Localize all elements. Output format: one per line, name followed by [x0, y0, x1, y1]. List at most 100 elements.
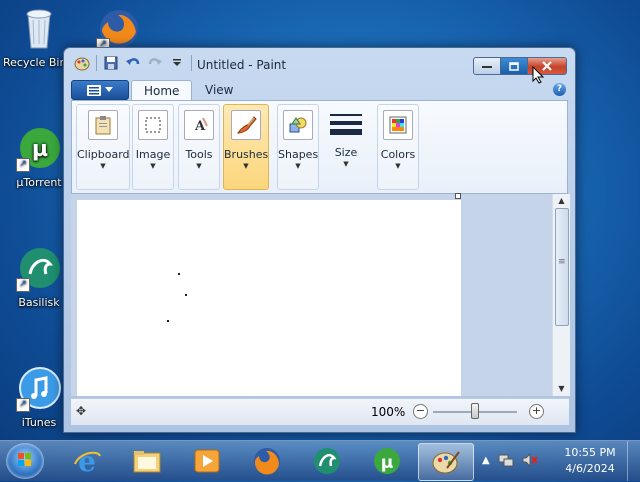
menu-icon — [87, 84, 101, 96]
chevron-down-icon: ▼ — [196, 162, 202, 170]
divider — [191, 55, 192, 71]
svg-text:µ: µ — [381, 453, 394, 473]
shortcut-arrow-icon: ↗ — [16, 158, 30, 172]
taskbar-internet-explorer[interactable]: e — [60, 443, 114, 479]
tools-button[interactable]: A Tools ▼ — [178, 104, 220, 190]
utorrent-icon: µ ↗ — [16, 126, 62, 172]
caption-buttons — [473, 57, 567, 75]
canvas-workspace[interactable] — [71, 194, 552, 396]
firefox-icon: ↗ — [96, 6, 142, 52]
paint-icon — [432, 451, 460, 474]
drawing-canvas[interactable] — [77, 200, 461, 396]
windows-logo-icon — [18, 453, 31, 466]
taskbar-paint[interactable] — [418, 443, 474, 481]
scroll-up-icon[interactable]: ▲ — [553, 194, 570, 208]
mouse-pointer-icon — [532, 65, 545, 87]
tab-view[interactable]: View — [193, 80, 245, 100]
zoom-out-button[interactable]: − — [413, 404, 428, 419]
save-icon[interactable] — [103, 55, 119, 71]
start-button[interactable] — [6, 443, 44, 479]
shortcut-arrow-icon: ↗ — [16, 398, 30, 412]
chevron-down-icon — [105, 87, 113, 92]
group-label: Clipboard — [77, 148, 130, 161]
color-palette-icon — [383, 110, 413, 140]
basilisk-icon: ↗ — [16, 246, 62, 292]
canvas-dot — [185, 294, 187, 296]
ribbon-tabs: Home View ? — [71, 78, 568, 101]
status-bar: ✥ 100% − + — [71, 398, 569, 425]
chevron-down-icon: ▼ — [100, 162, 106, 170]
window-title: Untitled - Paint — [197, 58, 287, 72]
system-tray: ▲ — [482, 453, 538, 467]
paint-app-icon[interactable] — [74, 55, 90, 71]
clipboard-icon — [88, 110, 118, 140]
clock[interactable]: 10:55 PM 4/6/2024 — [560, 445, 620, 477]
taskbar: e µ ▲ 10:55 PM 4/6/2024 — [0, 440, 640, 481]
folder-icon — [133, 451, 161, 473]
colors-button[interactable]: Colors ▼ — [377, 104, 419, 190]
utorrent-icon: µ — [374, 448, 400, 474]
taskbar-firefox[interactable] — [240, 443, 294, 479]
zoom-slider-thumb[interactable] — [471, 403, 479, 419]
canvas-dot — [178, 273, 180, 275]
chevron-down-icon: ▼ — [343, 160, 349, 168]
help-icon[interactable]: ? — [553, 83, 566, 96]
canvas-dot — [167, 320, 169, 322]
minimize-icon — [482, 66, 492, 68]
paint-menu-button[interactable] — [71, 80, 129, 100]
shortcut-arrow-icon: ↗ — [16, 278, 30, 292]
svg-text:µ: µ — [32, 137, 48, 162]
chevron-down-icon: ▼ — [243, 162, 249, 170]
quick-access-toolbar — [74, 55, 192, 71]
title-bar[interactable]: Untitled - Paint — [64, 48, 575, 78]
clipboard-button[interactable]: Clipboard ▼ — [76, 104, 130, 190]
chevron-down-icon: ▼ — [295, 162, 301, 170]
brush-icon — [231, 110, 261, 140]
group-label: Size — [334, 146, 358, 159]
group-label: Tools — [185, 148, 213, 161]
show-hidden-icons-chevron-icon[interactable]: ▲ — [482, 455, 490, 466]
text-tool-icon: A — [184, 110, 214, 140]
select-icon — [138, 110, 168, 140]
taskbar-file-explorer[interactable] — [120, 443, 174, 479]
paint-window: Untitled - Paint Home View ? Clipboard ▼… — [63, 47, 576, 433]
firefox-icon — [254, 448, 280, 475]
redo-icon[interactable] — [147, 55, 163, 71]
group-label: Brushes — [224, 148, 269, 161]
zoom-level: 100% — [371, 405, 406, 419]
vertical-scrollbar[interactable]: ▲ ▼ — [552, 194, 570, 396]
customize-toolbar-chevron-icon[interactable] — [169, 55, 185, 71]
chevron-down-icon: ▼ — [150, 162, 156, 170]
scrollbar-thumb[interactable] — [555, 208, 569, 326]
group-label: Shapes — [278, 148, 319, 161]
recycle-bin-icon — [16, 6, 62, 52]
desktop-icon-label: Recycle Bin — [3, 56, 63, 69]
media-player-icon — [194, 449, 220, 473]
ribbon: Clipboard ▼ Image ▼ A Tools ▼ Brushes ▼ — [71, 100, 568, 194]
canvas-resize-handle[interactable] — [455, 193, 461, 199]
minimize-button[interactable] — [473, 57, 501, 75]
maximize-button[interactable] — [501, 57, 528, 75]
zoom-in-button[interactable]: + — [529, 404, 544, 419]
brushes-button[interactable]: Brushes ▼ — [223, 104, 269, 190]
basilisk-icon — [314, 448, 340, 474]
show-desktop-button[interactable] — [627, 441, 640, 481]
undo-icon[interactable] — [125, 55, 141, 71]
clock-date: 4/6/2024 — [565, 462, 615, 475]
group-label: Colors — [380, 148, 416, 161]
taskbar-media-player[interactable] — [180, 443, 234, 479]
clock-time: 10:55 PM — [564, 446, 616, 459]
shapes-icon — [283, 110, 313, 140]
image-button[interactable]: Image ▼ — [132, 104, 174, 190]
divider — [96, 55, 97, 71]
taskbar-basilisk[interactable] — [300, 443, 354, 479]
tab-home[interactable]: Home — [131, 80, 193, 101]
maximize-icon — [509, 61, 519, 71]
scroll-down-icon[interactable]: ▼ — [553, 382, 570, 396]
network-icon[interactable] — [498, 453, 514, 467]
shapes-button[interactable]: Shapes ▼ — [277, 104, 319, 190]
volume-muted-icon[interactable] — [522, 453, 538, 467]
line-size-icon — [328, 110, 364, 138]
taskbar-utorrent[interactable]: µ — [360, 443, 414, 479]
size-button[interactable]: Size ▼ — [323, 104, 369, 190]
